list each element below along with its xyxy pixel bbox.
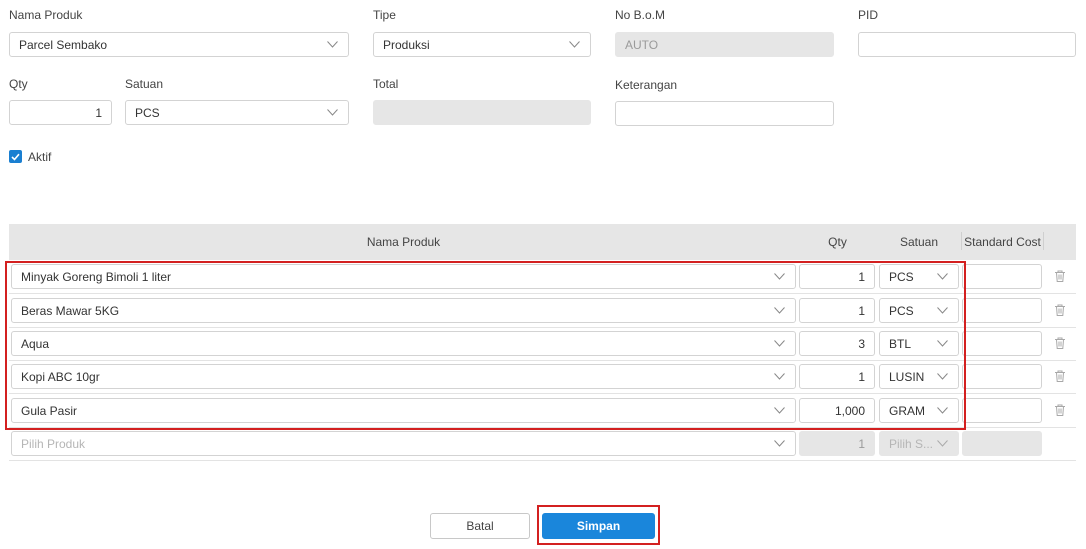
row-qty-value: 1 bbox=[858, 269, 865, 284]
row-qty-input[interactable]: 3 bbox=[799, 331, 875, 356]
row-divider bbox=[9, 427, 1076, 428]
chevron-down-icon bbox=[935, 337, 949, 351]
row-satuan-select[interactable]: PCS bbox=[879, 264, 959, 289]
no-bom-value: AUTO bbox=[625, 37, 659, 52]
row-produk-select[interactable]: Aqua bbox=[11, 331, 796, 356]
table-header: Nama Produk Qty Satuan Standard Cost bbox=[9, 224, 1076, 260]
trash-icon[interactable] bbox=[1053, 303, 1067, 317]
chevron-down-icon bbox=[772, 304, 786, 318]
row-divider bbox=[9, 460, 1076, 461]
aktif-label: Aktif bbox=[28, 150, 52, 164]
new-row-produk-placeholder: Pilih Produk bbox=[21, 436, 86, 451]
row-qty-value: 1 bbox=[858, 303, 865, 318]
chevron-down-icon bbox=[935, 404, 949, 418]
qty-value: 1 bbox=[95, 105, 102, 120]
row-produk-value: Minyak Goreng Bimoli 1 liter bbox=[21, 269, 172, 284]
row-satuan-value: LUSIN bbox=[889, 369, 925, 384]
row-qty-input[interactable]: 1 bbox=[799, 264, 875, 289]
chevron-down-icon bbox=[935, 370, 949, 384]
row-divider bbox=[9, 360, 1076, 361]
new-row-qty-field: 1 bbox=[799, 431, 875, 456]
row-cost-input[interactable] bbox=[962, 264, 1042, 289]
row-produk-select[interactable]: Beras Mawar 5KG bbox=[11, 298, 796, 323]
pid-label: PID bbox=[858, 8, 879, 22]
row-cost-input[interactable] bbox=[962, 398, 1042, 423]
tipe-value: Produksi bbox=[383, 37, 430, 52]
chevron-down-icon bbox=[772, 270, 786, 284]
chevron-down-icon bbox=[772, 370, 786, 384]
new-row-produk-select[interactable]: Pilih Produk bbox=[11, 431, 796, 456]
chevron-down-icon bbox=[567, 38, 581, 52]
total-label: Total bbox=[373, 77, 399, 91]
row-qty-input[interactable]: 1 bbox=[799, 298, 875, 323]
row-satuan-select[interactable]: GRAM bbox=[879, 398, 959, 423]
trash-icon[interactable] bbox=[1053, 336, 1067, 350]
total-field bbox=[373, 100, 591, 125]
satuan-select[interactable]: PCS bbox=[125, 100, 349, 125]
row-satuan-select[interactable]: BTL bbox=[879, 331, 959, 356]
col-header-satuan: Satuan bbox=[899, 235, 939, 249]
row-qty-value: 1,000 bbox=[834, 403, 865, 418]
keterangan-label: Keterangan bbox=[615, 78, 678, 92]
satuan-value: PCS bbox=[135, 105, 160, 120]
chevron-down-icon bbox=[325, 106, 339, 120]
row-satuan-value: PCS bbox=[889, 269, 914, 284]
header-divider bbox=[1043, 232, 1044, 250]
row-qty-value: 3 bbox=[858, 336, 865, 351]
row-produk-select[interactable]: Minyak Goreng Bimoli 1 liter bbox=[11, 264, 796, 289]
tipe-select[interactable]: Produksi bbox=[373, 32, 591, 57]
col-header-nama-produk: Nama Produk bbox=[366, 235, 441, 249]
row-produk-value: Aqua bbox=[21, 336, 50, 351]
trash-icon[interactable] bbox=[1053, 269, 1067, 283]
row-qty-input[interactable]: 1 bbox=[799, 364, 875, 389]
no-bom-field: AUTO bbox=[615, 32, 834, 57]
check-icon bbox=[11, 153, 20, 161]
simpan-button[interactable]: Simpan bbox=[542, 513, 655, 539]
new-row-satuan-select: Pilih S... bbox=[879, 431, 959, 456]
nama-produk-value: Parcel Sembako bbox=[19, 37, 108, 52]
row-produk-value: Gula Pasir bbox=[21, 403, 78, 418]
row-cost-input[interactable] bbox=[962, 364, 1042, 389]
nama-produk-label: Nama Produk bbox=[9, 8, 83, 22]
keterangan-input[interactable] bbox=[615, 101, 834, 126]
row-cost-input[interactable] bbox=[962, 331, 1042, 356]
row-satuan-value: GRAM bbox=[889, 403, 925, 418]
pid-input[interactable] bbox=[858, 32, 1076, 57]
row-satuan-value: BTL bbox=[889, 336, 912, 351]
nama-produk-select[interactable]: Parcel Sembako bbox=[9, 32, 349, 57]
row-divider bbox=[9, 293, 1076, 294]
batal-button[interactable]: Batal bbox=[430, 513, 530, 539]
aktif-checkbox[interactable] bbox=[9, 150, 22, 163]
row-divider bbox=[9, 393, 1076, 394]
chevron-down-icon bbox=[772, 437, 786, 451]
row-divider bbox=[9, 327, 1076, 328]
chevron-down-icon bbox=[325, 38, 339, 52]
row-qty-input[interactable]: 1,000 bbox=[799, 398, 875, 423]
new-row-cost-field bbox=[962, 431, 1042, 456]
chevron-down-icon bbox=[772, 337, 786, 351]
chevron-down-icon bbox=[935, 437, 949, 451]
trash-icon[interactable] bbox=[1053, 403, 1067, 417]
row-produk-value: Beras Mawar 5KG bbox=[21, 303, 120, 318]
row-produk-select[interactable]: Kopi ABC 10gr bbox=[11, 364, 796, 389]
row-produk-select[interactable]: Gula Pasir bbox=[11, 398, 796, 423]
row-produk-value: Kopi ABC 10gr bbox=[21, 369, 100, 384]
qty-label: Qty bbox=[9, 77, 28, 91]
col-header-qty: Qty bbox=[828, 235, 847, 249]
no-bom-label: No B.o.M bbox=[615, 8, 666, 22]
row-satuan-select[interactable]: PCS bbox=[879, 298, 959, 323]
chevron-down-icon bbox=[935, 270, 949, 284]
tipe-label: Tipe bbox=[373, 8, 396, 22]
row-satuan-select[interactable]: LUSIN bbox=[879, 364, 959, 389]
row-qty-value: 1 bbox=[858, 369, 865, 384]
satuan-label: Satuan bbox=[125, 77, 164, 91]
row-satuan-value: PCS bbox=[889, 303, 914, 318]
trash-icon[interactable] bbox=[1053, 369, 1067, 383]
chevron-down-icon bbox=[935, 304, 949, 318]
col-header-standard-cost: Standard Cost bbox=[964, 235, 1041, 249]
chevron-down-icon bbox=[772, 404, 786, 418]
row-cost-input[interactable] bbox=[962, 298, 1042, 323]
qty-input[interactable]: 1 bbox=[9, 100, 112, 125]
